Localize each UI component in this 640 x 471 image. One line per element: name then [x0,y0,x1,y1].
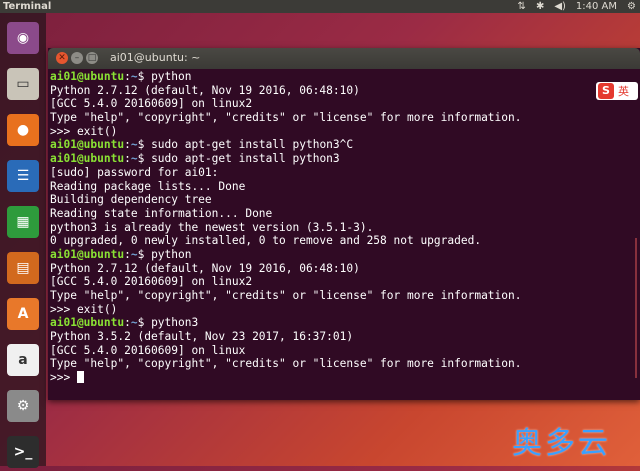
terminal-line: Reading state information... Done [50,206,273,220]
terminal-line: Python 2.7.12 (default, Nov 19 2016, 06:… [50,261,360,275]
ubuntu-dash-icon[interactable]: ◉ [4,19,42,57]
terminal-line: [sudo] password for ai01: [50,165,219,179]
prompt-user-host: ai01@ubuntu [50,152,125,166]
terminal-line: ai01@ubuntu:~$ sudo apt-get install pyth… [50,138,354,152]
terminal-line: [GCC 5.4.0 20160609] on linux2 [50,275,253,289]
text-cursor [76,371,84,384]
terminal-icon[interactable]: >_ [4,433,42,471]
scrollbar[interactable] [635,238,637,378]
terminal-line: ai01@ubuntu:~$ sudo apt-get install pyth… [50,152,340,166]
terminal-line: Type "help", "copyright", "credits" or "… [50,357,522,371]
terminal-line: Type "help", "copyright", "credits" or "… [50,111,522,125]
terminal-line: ai01@ubuntu:~$ python3 [50,316,199,330]
terminal-line: python3 is already the newest version (3… [50,220,374,234]
prompt-user-host: ai01@ubuntu [50,247,125,261]
terminal-line: Type "help", "copyright", "credits" or "… [50,289,522,302]
command-text: $ sudo apt-get install python3^C [137,138,354,152]
command-text: $ sudo apt-get install python3 [137,152,340,166]
ime-indicator[interactable]: S 英 [596,82,638,100]
amazon-icon[interactable]: a [4,341,42,379]
files-icon[interactable]: ▭ [4,65,42,103]
calc-icon[interactable]: ▦ [4,203,42,241]
terminal-line: Python 2.7.12 (default, Nov 19 2016, 06:… [50,83,360,97]
terminal-line: [GCC 5.4.0 20160609] on linux [50,343,246,357]
prompt-path: ~ [130,138,138,152]
terminal-line: >>> [50,371,634,385]
indicator-area: ⇅ ✱ ◀) 1:40 AM ⚙ [518,0,636,13]
minimize-button[interactable]: – [71,52,83,64]
repl-prompt: >>> [50,371,77,385]
volume-icon[interactable]: ◀) [554,0,566,13]
terminal-output[interactable]: ai01@ubuntu:~$ python Python 2.7.12 (defa… [50,70,634,398]
maximize-button[interactable]: □ [86,52,98,64]
prompt-path: ~ [130,152,138,166]
terminal-window: ✕ – □ ai01@ubuntu: ~ ai01@ubuntu:~$ pyth… [48,48,640,400]
firefox-icon[interactable]: ● [4,111,42,149]
prompt-path: ~ [130,316,138,330]
bluetooth-icon[interactable]: ✱ [536,0,544,13]
ime-language-label: 英 [618,85,629,98]
prompt-user-host: ai01@ubuntu [50,70,125,83]
active-app-title: Terminal [3,1,52,12]
prompt-user-host: ai01@ubuntu [50,316,125,330]
terminal-line: ai01@ubuntu:~$ python [50,247,192,261]
system-gear-icon[interactable]: ⚙ [627,0,636,13]
terminal-line: Python 3.5.2 (default, Nov 23 2017, 16:3… [50,330,354,344]
prompt-user-host: ai01@ubuntu [50,138,125,152]
titlebar[interactable]: ✕ – □ ai01@ubuntu: ~ [48,48,640,69]
software-center-icon[interactable]: A [4,295,42,333]
clock[interactable]: 1:40 AM [576,0,617,13]
terminal-line: ai01@ubuntu:~$ python [50,70,192,83]
watermark: 奥多云 [512,426,611,461]
terminal-line: >>> exit() [50,302,118,316]
launcher: ◉ ▭ ● ☰ ▦ ▤ Aa ⚙ >_ [0,13,46,468]
prompt-path: ~ [130,70,138,83]
terminal-line: Building dependency tree [50,193,212,207]
sogou-icon: S [598,83,614,99]
close-button[interactable]: ✕ [56,52,68,64]
impress-icon[interactable]: ▤ [4,249,42,287]
network-icon[interactable]: ⇅ [518,0,526,13]
prompt-path: ~ [130,247,138,261]
command-text: $ python [137,70,192,83]
terminal-line: [GCC 5.4.0 20160609] on linux2 [50,97,253,111]
command-text: $ python [137,247,192,261]
settings-icon[interactable]: ⚙ [4,387,42,425]
terminal-line: Reading package lists... Done [50,179,246,193]
window-title: ai01@ubuntu: ~ [110,51,201,64]
top-panel: Terminal ⇅ ✱ ◀) 1:40 AM ⚙ [0,0,640,13]
writer-icon[interactable]: ☰ [4,157,42,195]
terminal-line: >>> exit() [50,124,118,138]
command-text: $ python3 [137,316,199,330]
terminal-line: 0 upgraded, 0 newly installed, 0 to remo… [50,234,482,248]
